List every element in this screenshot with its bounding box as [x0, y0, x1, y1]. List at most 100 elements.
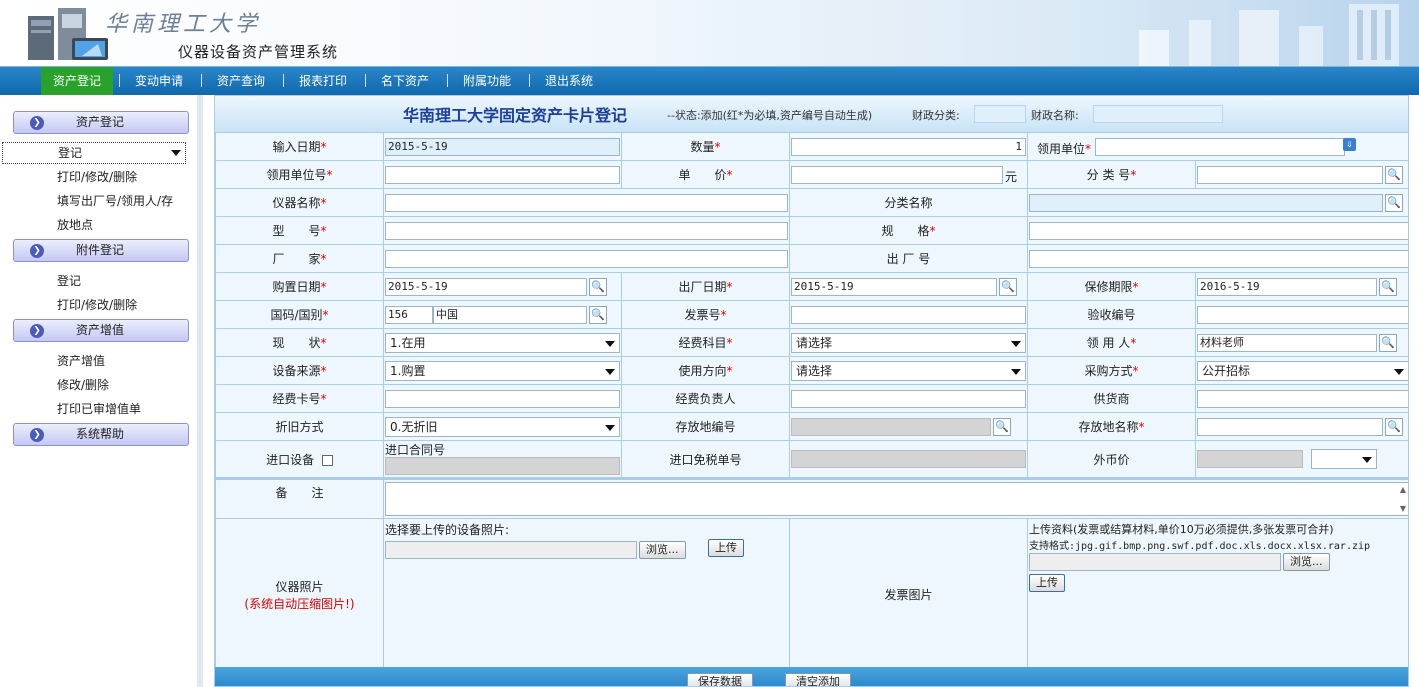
search-icon[interactable]: 🔍: [1385, 417, 1403, 436]
label-invoice-no: 发票号*: [621, 300, 790, 329]
search-icon[interactable]: 🔍: [1385, 193, 1403, 212]
chevron-right-icon: ❯: [30, 428, 44, 442]
sidebar-section-asset-register[interactable]: ❯ 资产登记: [13, 111, 189, 134]
search-icon[interactable]: 🔍: [993, 417, 1011, 436]
location-no-field[interactable]: [791, 417, 991, 436]
depreciation-select[interactable]: 0.无折旧: [385, 416, 620, 437]
save-button[interactable]: 保存数据: [687, 673, 753, 686]
imported-checkbox[interactable]: [321, 454, 333, 466]
instrument-name-field[interactable]: [385, 193, 788, 212]
label-manufacturer: 厂 家*: [215, 244, 384, 273]
unit-price-field[interactable]: [791, 165, 1003, 184]
nav-separator: [365, 74, 366, 87]
country-name-field[interactable]: 中国: [433, 305, 587, 324]
fin-category-field[interactable]: [974, 105, 1026, 123]
scroll-down-icon[interactable]: ▼: [1400, 504, 1406, 513]
nav-my-assets[interactable]: 名下资产: [381, 67, 429, 95]
purchase-method-select[interactable]: 公开招标: [1197, 360, 1408, 381]
photo-file-field[interactable]: [385, 541, 637, 559]
search-icon[interactable]: 🔍: [1385, 165, 1403, 184]
fund-subject-select[interactable]: 请选择: [791, 332, 1026, 353]
sidebar-link-attachment-register[interactable]: 登记: [57, 273, 81, 289]
factory-no-field[interactable]: [1029, 249, 1408, 268]
nav-asset-query[interactable]: 资产查询: [217, 67, 265, 95]
sidebar-link-appreciation-print[interactable]: 打印已审增值单: [57, 401, 141, 417]
docs-upload-button[interactable]: 上传: [1029, 574, 1065, 592]
spec-field[interactable]: [1029, 221, 1408, 240]
scroll-up-icon[interactable]: ▲: [1400, 485, 1406, 494]
sidebar-link-fill-factory-no[interactable]: 填写出厂号/领用人/存: [57, 193, 173, 209]
sidebar-link-register[interactable]: 登记: [2, 142, 186, 164]
import-contract-field[interactable]: [385, 457, 620, 475]
use-direction-select[interactable]: 请选择: [791, 360, 1026, 381]
quantity-field[interactable]: 1: [791, 137, 1026, 156]
dept-field[interactable]: [1095, 137, 1345, 156]
model-field[interactable]: [385, 221, 788, 240]
input-date-field[interactable]: 2015-5-19: [385, 137, 620, 156]
warranty-field[interactable]: 2016-5-19: [1197, 277, 1377, 296]
remarks-textarea[interactable]: ▲ ▼: [385, 482, 1408, 516]
manufacturer-field[interactable]: [385, 249, 788, 268]
label-invoice-image: 发票图片: [789, 518, 1028, 671]
label-dept-no: 领用单位号*: [215, 160, 384, 189]
main-navigation: 资产登记 变动申请 资产查询 报表打印 名下资产 附属功能 退出系统: [0, 66, 1419, 95]
fin-name-field[interactable]: [1093, 105, 1223, 123]
photo-upload-button[interactable]: 上传: [708, 539, 744, 557]
nav-separator: [529, 74, 530, 87]
photo-browse-button[interactable]: 浏览...: [639, 541, 686, 559]
purchase-date-field[interactable]: 2015-5-19: [385, 277, 587, 296]
category-name-field[interactable]: [1029, 193, 1383, 212]
search-icon[interactable]: 🔍: [999, 277, 1017, 296]
status-select[interactable]: 1.在用: [385, 332, 620, 353]
search-icon[interactable]: 🔍: [589, 277, 607, 296]
app-header: 华南理工大学 仪器设备资产管理系统: [0, 0, 1419, 66]
fund-card-field[interactable]: [385, 389, 620, 408]
search-icon[interactable]: 🔍: [1379, 277, 1397, 296]
nav-asset-register[interactable]: 资产登记: [41, 67, 114, 95]
label-country: 国码/国别*: [215, 300, 384, 329]
label-imported: 进口设备: [215, 440, 384, 479]
fund-manager-field[interactable]: [791, 389, 1026, 408]
currency-select[interactable]: [1311, 449, 1377, 469]
photo-upload-prompt: 选择要上传的设备照片:: [385, 523, 510, 537]
factory-date-field[interactable]: 2015-5-19: [791, 277, 997, 296]
tax-exempt-field[interactable]: [791, 450, 1026, 468]
label-input-date: 输入日期*: [215, 132, 384, 161]
location-name-field[interactable]: [1197, 417, 1383, 436]
label-status: 现 状*: [215, 328, 384, 357]
sidebar-section-asset-appreciation[interactable]: ❯ 资产增值: [13, 319, 189, 342]
nav-extra-functions[interactable]: 附属功能: [463, 67, 511, 95]
nav-separator: [283, 74, 284, 87]
dropdown-arrow-icon[interactable]: ⇓: [1343, 137, 1356, 151]
supplier-field[interactable]: [1197, 389, 1408, 408]
clear-add-button[interactable]: 清空添加: [785, 673, 851, 686]
search-icon[interactable]: 🔍: [589, 305, 607, 324]
search-icon[interactable]: 🔍: [1379, 333, 1397, 352]
dept-no-field[interactable]: [385, 165, 620, 184]
sidebar-link-attachment-print[interactable]: 打印/修改/删除: [57, 297, 137, 313]
user-field[interactable]: 材料老师: [1197, 333, 1377, 352]
nav-change-request[interactable]: 变动申请: [135, 67, 183, 95]
docs-browse-button[interactable]: 浏览...: [1283, 553, 1330, 571]
nav-report-print[interactable]: 报表打印: [299, 67, 347, 95]
label-model: 型 号*: [215, 216, 384, 245]
label-photo: 仪器照片 (系统自动压缩图片!): [215, 518, 384, 671]
country-code-field[interactable]: 156: [385, 305, 433, 324]
label-unit-price: 单 价*: [621, 160, 790, 189]
category-no-field[interactable]: [1197, 165, 1383, 184]
sidebar-link-location[interactable]: 放地点: [57, 217, 93, 233]
acceptance-no-field[interactable]: [1197, 305, 1408, 324]
source-select[interactable]: 1.购置: [385, 360, 620, 381]
sidebar-section-help[interactable]: ❯ 系统帮助: [13, 423, 189, 446]
form-status: --状态:添加(红*为必填,资产编号自动生成): [667, 109, 873, 122]
sidebar-link-appreciation-edit[interactable]: 修改/删除: [57, 377, 109, 393]
docs-file-field[interactable]: [1029, 553, 1281, 571]
foreign-price-field[interactable]: [1197, 450, 1303, 468]
sidebar-link-print-edit-delete[interactable]: 打印/修改/删除: [57, 169, 137, 185]
invoice-no-field[interactable]: [791, 305, 1026, 324]
label-supplier: 供货商: [1027, 384, 1196, 413]
label-fund-subject: 经费科目*: [621, 328, 790, 357]
sidebar-link-appreciation[interactable]: 资产增值: [57, 353, 105, 369]
nav-logout[interactable]: 退出系统: [545, 67, 593, 95]
sidebar-section-attachment-register[interactable]: ❯ 附件登记: [13, 239, 189, 262]
